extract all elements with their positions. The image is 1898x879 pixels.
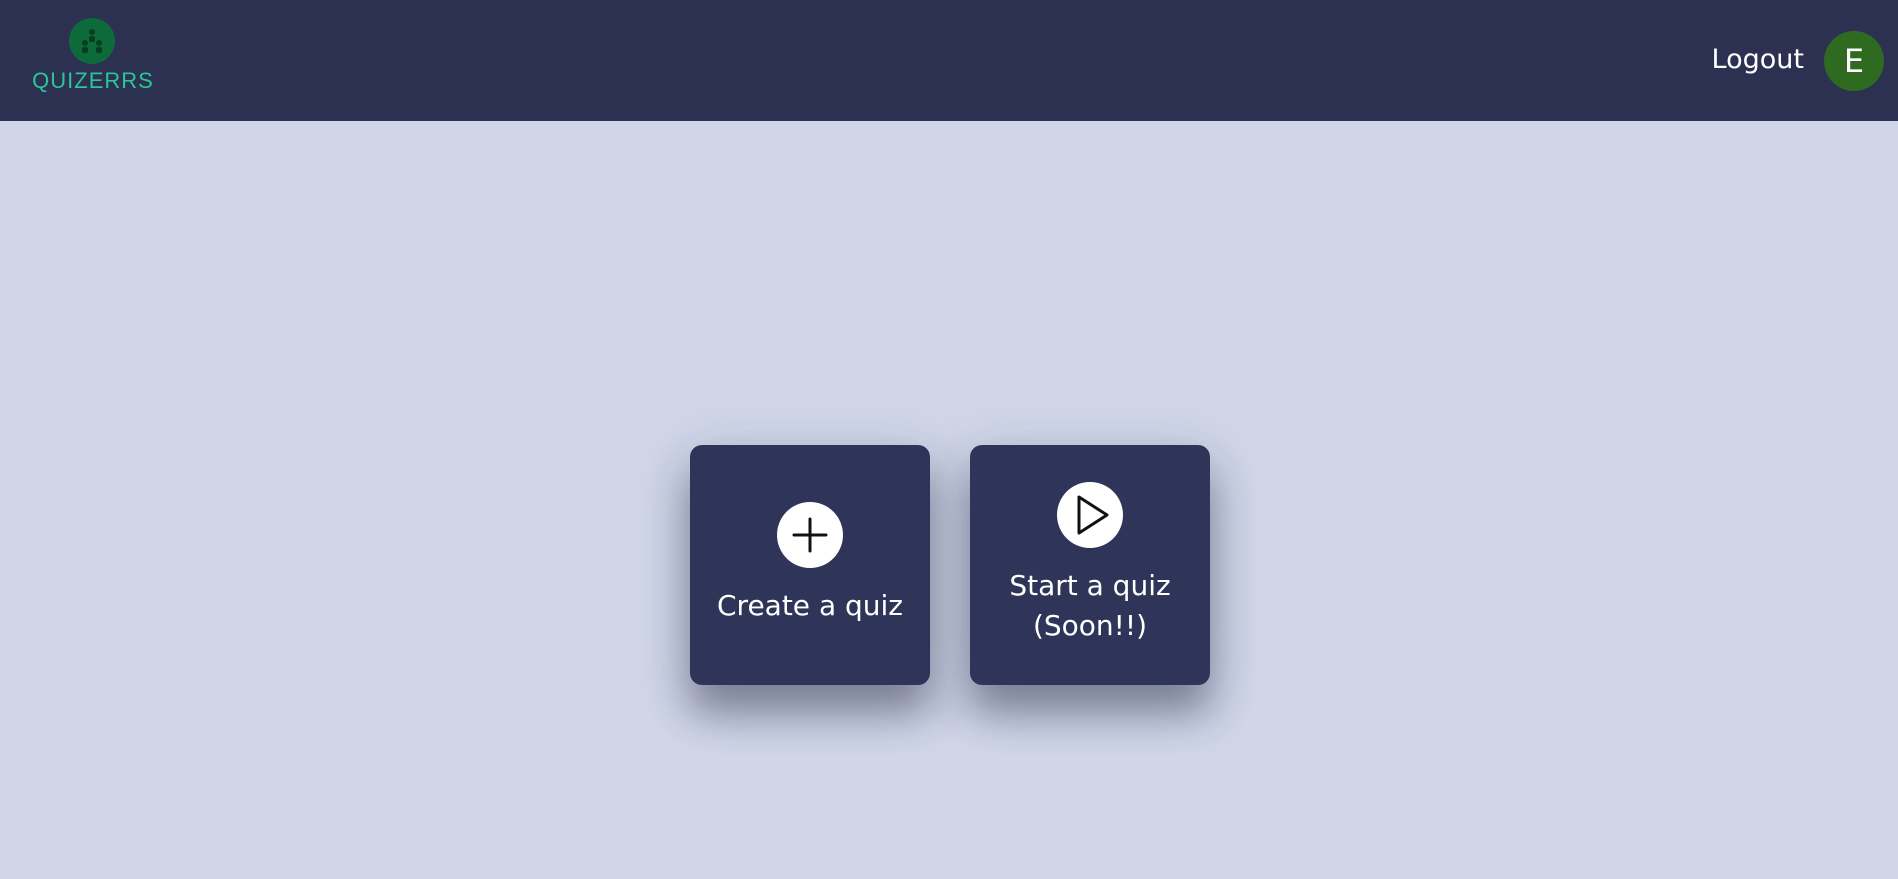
create-quiz-card[interactable]: Create a quiz: [690, 445, 930, 685]
logout-button[interactable]: Logout: [1712, 40, 1804, 80]
start-quiz-card[interactable]: Start a quiz (Soon!!): [970, 445, 1210, 685]
quizerrs-logo[interactable]: QUIZERRS: [24, 18, 162, 94]
logo-badge-icon: [69, 18, 115, 64]
play-icon: [1057, 482, 1123, 548]
create-quiz-label: Create a quiz: [717, 589, 903, 622]
top-navigation-bar: QUIZERRS Logout E: [0, 0, 1898, 121]
start-quiz-label: Start a quiz (Soon!!): [970, 566, 1210, 646]
start-quiz-label-line2: (Soon!!): [1032, 609, 1148, 642]
plus-icon: [777, 502, 843, 568]
user-avatar[interactable]: E: [1824, 31, 1884, 91]
start-quiz-label-line1: Start a quiz: [1009, 569, 1171, 602]
logo-text: QUIZERRS: [32, 68, 154, 93]
